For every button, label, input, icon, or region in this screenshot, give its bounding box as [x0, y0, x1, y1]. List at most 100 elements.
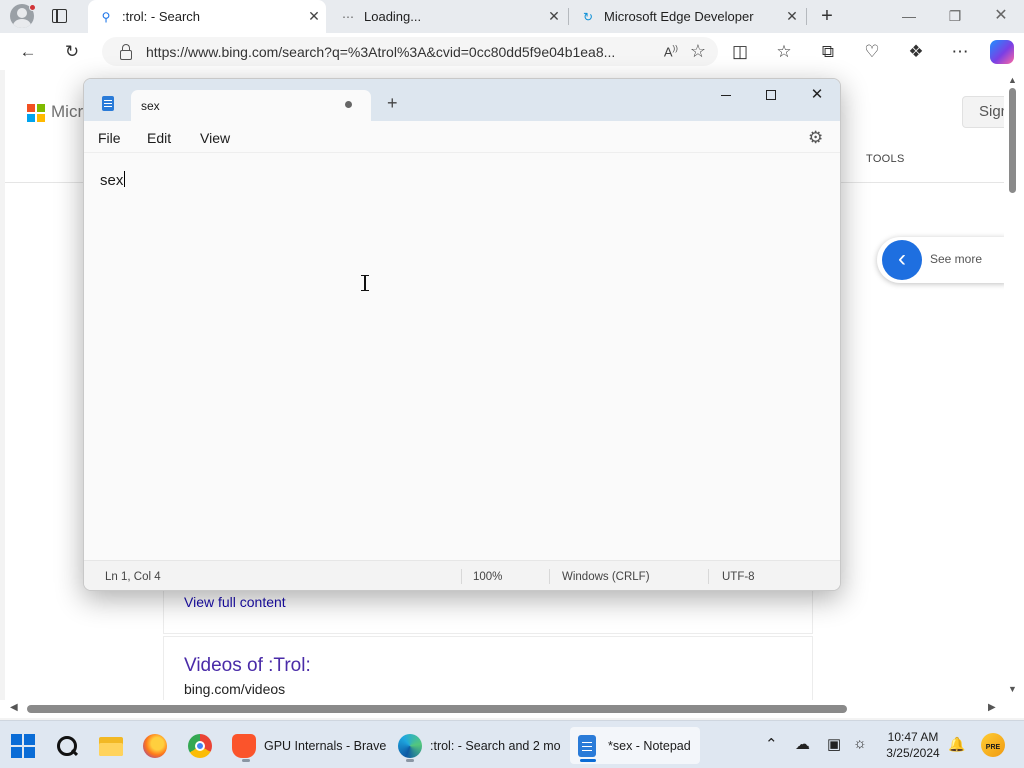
unsaved-indicator-icon[interactable] [345, 101, 352, 108]
scrollbar-thumb[interactable] [27, 705, 847, 713]
browser-toolbar: ← ↻ https://www.bing.com/search?q=%3Atro… [0, 33, 1024, 70]
collections-icon[interactable]: ⧉ [817, 41, 839, 63]
taskbar-app-label: *sex - Notepad [608, 738, 691, 753]
network-volume-icon[interactable]: ☼ [853, 735, 867, 752]
videos-result-url: bing.com/videos [184, 681, 286, 697]
profile-notification-dot [29, 4, 36, 11]
tab-actions-icon[interactable] [52, 9, 67, 23]
windows-start-icon[interactable] [11, 734, 35, 758]
copilot-icon[interactable] [990, 40, 1014, 64]
read-aloud-icon[interactable]: A)) [664, 44, 678, 59]
firefox-icon[interactable] [143, 734, 167, 758]
maximize-icon[interactable] [756, 83, 786, 107]
notepad-icon [578, 734, 596, 757]
scrollbar-thumb[interactable] [1009, 88, 1016, 193]
text-caret [124, 171, 126, 187]
url-text[interactable]: https://www.bing.com/search?q=%3Atrol%3A… [146, 44, 656, 60]
divider [708, 569, 709, 584]
menu-edit[interactable]: Edit [147, 130, 171, 146]
notepad-menu-bar: File Edit View ⚙ [84, 121, 840, 153]
preview-badge-icon[interactable]: PRE [981, 733, 1005, 757]
onedrive-offline-icon[interactable]: ☁ [795, 735, 810, 753]
close-icon[interactable]: ✕ [802, 83, 832, 107]
notepad-title-bar[interactable]: sex + ✕ [84, 79, 840, 121]
see-more-panel[interactable]: ‹ See more [877, 237, 1004, 283]
taskbar-app-label: GPU Internals - Brave [264, 738, 387, 753]
scroll-up-icon[interactable]: ▲ [1008, 75, 1017, 85]
see-more-label[interactable]: See more [930, 252, 982, 266]
address-bar[interactable]: https://www.bing.com/search?q=%3Atrol%3A… [102, 37, 718, 66]
search-icon[interactable] [55, 734, 79, 758]
split-screen-icon[interactable]: ◫ [729, 41, 751, 63]
minimize-icon[interactable]: — [897, 6, 921, 26]
favorites-icon[interactable]: ☆ [773, 41, 795, 63]
close-icon[interactable]: ✕ [989, 6, 1013, 26]
scroll-down-icon[interactable]: ▼ [1008, 684, 1017, 694]
microsoft-logo-icon[interactable] [27, 104, 45, 122]
view-full-content-link[interactable]: View full content [184, 594, 286, 610]
close-tab-icon[interactable]: ✕ [302, 8, 326, 25]
minimize-icon[interactable] [711, 83, 741, 107]
browser-tab-search[interactable]: ⚲ :trol: - Search ✕ [88, 0, 326, 33]
notepad-window: sex + ✕ File Edit View ⚙ sex Ln 1, Col 4… [83, 78, 841, 591]
horizontal-scrollbar[interactable]: ◀ ▶ [0, 700, 1024, 718]
new-tab-icon[interactable]: + [387, 94, 398, 112]
taskbar-app-brave[interactable]: GPU Internals - Brave [226, 727, 390, 764]
tab-separator [806, 8, 807, 25]
close-tab-icon[interactable]: ✕ [780, 8, 804, 25]
taskbar: GPU Internals - Brave :trol: - Search an… [0, 720, 1024, 768]
tab-title: Loading... [364, 9, 422, 24]
menu-view[interactable]: View [200, 130, 230, 146]
notepad-text-area[interactable]: sex [100, 171, 126, 189]
ibeam-cursor-icon [361, 275, 369, 291]
notepad-tab-title: sex [141, 99, 160, 113]
display-icon[interactable]: ▣ [827, 735, 841, 753]
browser-tab-edge-dev[interactable]: ↻ Microsoft Edge Developer ✕ [570, 0, 804, 33]
search-icon: ⚲ [101, 9, 111, 24]
browser-tab-loading[interactable]: ⋯ Loading... ✕ [330, 0, 566, 33]
more-icon[interactable]: ⋯ [949, 41, 971, 63]
restore-icon[interactable]: ❐ [943, 6, 967, 26]
zoom-level[interactable]: 100% [473, 571, 502, 583]
browser-tab-bar: ⚲ :trol: - Search ✕ ⋯ Loading... ✕ ↻ Mic… [0, 0, 1024, 33]
vertical-scrollbar[interactable]: ▲ ▼ [1004, 70, 1024, 700]
edge-icon [398, 733, 422, 758]
favorite-star-icon[interactable]: ☆ [690, 41, 706, 62]
new-tab-icon[interactable]: + [816, 5, 838, 27]
divider [549, 569, 550, 584]
encoding[interactable]: UTF-8 [722, 571, 755, 583]
performance-icon[interactable]: ♡ [861, 41, 883, 63]
close-tab-icon[interactable]: ✕ [542, 8, 566, 25]
settings-gear-icon[interactable]: ⚙ [808, 128, 823, 148]
notepad-tab[interactable]: sex [131, 90, 371, 121]
scroll-left-icon[interactable]: ◀ [10, 702, 18, 713]
cursor-position: Ln 1, Col 4 [105, 571, 161, 583]
taskbar-app-edge[interactable]: :trol: - Search and 2 mo [392, 727, 564, 764]
active-indicator [580, 759, 596, 762]
notepad-app-icon [102, 96, 114, 111]
extensions-icon[interactable]: ❖ [905, 41, 927, 63]
scroll-right-icon[interactable]: ▶ [988, 702, 996, 713]
back-icon[interactable]: ← [17, 41, 39, 63]
document-text[interactable]: sex [100, 172, 123, 189]
refresh-icon[interactable]: ↻ [61, 41, 83, 63]
menu-file[interactable]: File [98, 130, 121, 146]
brave-icon [232, 733, 256, 758]
loading-icon: ⋯ [342, 9, 354, 24]
tab-separator [568, 8, 569, 25]
lock-icon[interactable] [120, 43, 132, 60]
line-endings[interactable]: Windows (CRLF) [562, 571, 650, 583]
file-explorer-icon[interactable] [99, 734, 123, 758]
tools-tab[interactable]: TOOLS [866, 153, 905, 165]
notification-bell-icon[interactable]: 🔔 [948, 736, 965, 753]
chevron-left-icon[interactable]: ‹ [882, 240, 922, 280]
sign-in-button[interactable]: Sign [962, 96, 1004, 128]
show-hidden-icons-chevron-icon[interactable]: ⌃ [765, 735, 778, 753]
edge-dev-icon: ↻ [582, 9, 594, 24]
divider [461, 569, 462, 584]
system-clock[interactable]: 10:47 AM 3/25/2024 [880, 729, 946, 761]
videos-result-title[interactable]: Videos of :Trol: [184, 655, 311, 677]
taskbar-app-notepad[interactable]: *sex - Notepad [570, 727, 700, 764]
tab-title: :trol: - Search [122, 9, 201, 24]
chrome-icon[interactable] [188, 734, 212, 758]
